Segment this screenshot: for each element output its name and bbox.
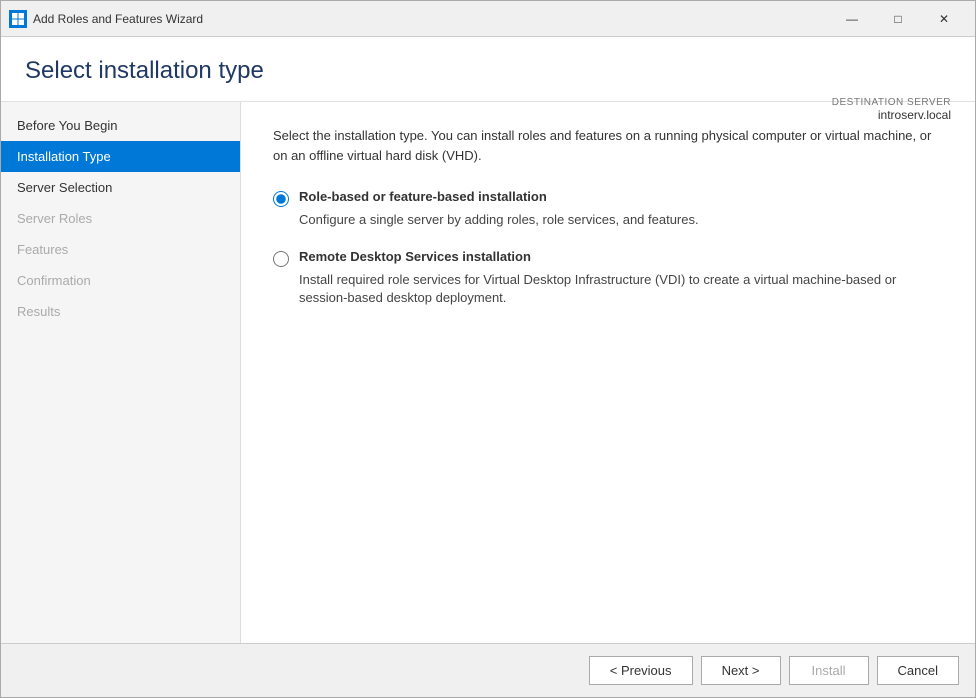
install-button[interactable]: Install <box>789 656 869 685</box>
page-header: Select installation type DESTINATION SER… <box>1 37 975 102</box>
sidebar-item-before-you-begin[interactable]: Before You Begin <box>1 110 240 141</box>
previous-button[interactable]: < Previous <box>589 656 693 685</box>
cancel-button[interactable]: Cancel <box>877 656 959 685</box>
close-button[interactable]: ✕ <box>921 1 967 37</box>
option-role-based-label[interactable]: Role-based or feature-based installation <box>273 189 943 207</box>
window-title: Add Roles and Features Wizard <box>33 12 829 26</box>
sidebar-item-installation-type[interactable]: Installation Type <box>1 141 240 172</box>
option-role-based-desc: Configure a single server by adding role… <box>299 211 943 229</box>
main-content: Before You Begin Installation Type Serve… <box>1 102 975 643</box>
sidebar-item-results: Results <box>1 296 240 327</box>
option-remote-desktop-label[interactable]: Remote Desktop Services installation <box>273 249 943 267</box>
option-remote-desktop-desc: Install required role services for Virtu… <box>299 271 943 307</box>
main-window: Add Roles and Features Wizard — □ ✕ Sele… <box>0 0 976 698</box>
radio-remote-desktop[interactable] <box>273 251 289 267</box>
title-bar: Add Roles and Features Wizard — □ ✕ <box>1 1 975 37</box>
option-role-based-title: Role-based or feature-based installation <box>299 189 547 204</box>
sidebar-item-server-selection[interactable]: Server Selection <box>1 172 240 203</box>
page-title: Select installation type <box>25 57 951 85</box>
option-remote-desktop: Remote Desktop Services installation Ins… <box>273 249 943 307</box>
minimize-button[interactable]: — <box>829 1 875 37</box>
footer: < Previous Next > Install Cancel <box>1 643 975 697</box>
sidebar-item-confirmation: Confirmation <box>1 265 240 296</box>
window-controls: — □ ✕ <box>829 1 967 37</box>
next-button[interactable]: Next > <box>701 656 781 685</box>
option-role-based: Role-based or feature-based installation… <box>273 189 943 229</box>
app-icon <box>9 10 27 28</box>
sidebar-item-server-roles: Server Roles <box>1 203 240 234</box>
content-area: Select the installation type. You can in… <box>241 102 975 643</box>
option-remote-desktop-content: Remote Desktop Services installation <box>299 249 531 264</box>
option-remote-desktop-title: Remote Desktop Services installation <box>299 249 531 264</box>
sidebar-item-features: Features <box>1 234 240 265</box>
radio-role-based[interactable] <box>273 191 289 207</box>
maximize-button[interactable]: □ <box>875 1 921 37</box>
sidebar: Before You Begin Installation Type Serve… <box>1 102 241 643</box>
content-description: Select the installation type. You can in… <box>273 126 943 165</box>
option-role-based-content: Role-based or feature-based installation <box>299 189 547 204</box>
